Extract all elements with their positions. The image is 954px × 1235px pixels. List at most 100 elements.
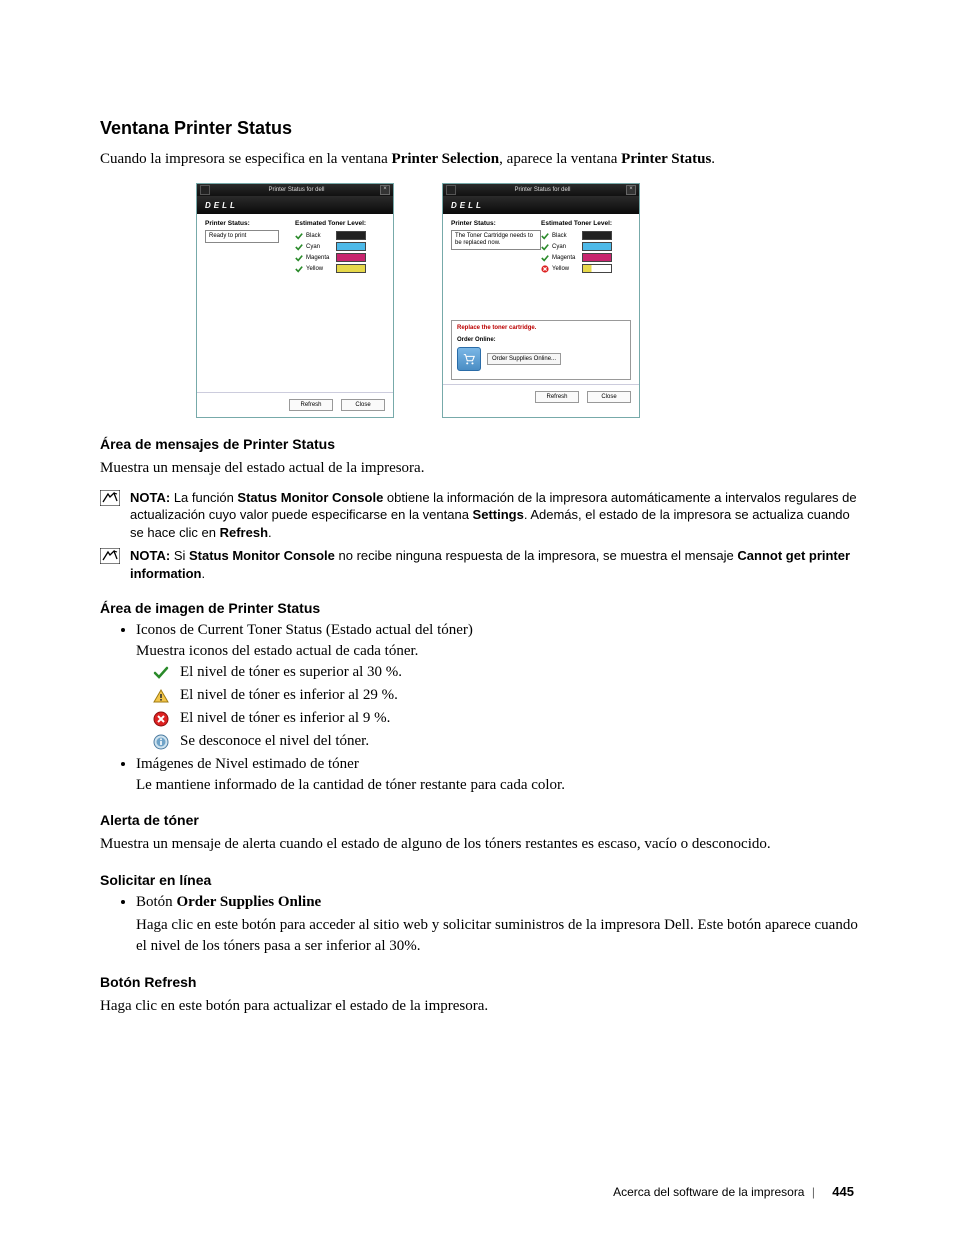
- bullet-images: Imágenes de Nivel estimado de tóner: [136, 756, 858, 773]
- toner-label: Estimated Toner Level:: [541, 220, 631, 227]
- brand-label: DELL: [205, 201, 238, 210]
- title-text: Printer Status for dell: [213, 187, 380, 193]
- bullet-images-sub: Le mantiene informado de la cantidad de …: [136, 777, 858, 794]
- refresh-button[interactable]: Refresh: [535, 391, 579, 403]
- t: .: [202, 566, 206, 581]
- titlebar: Printer Status for dell ×: [443, 184, 639, 196]
- icon-desc-text: El nivel de tóner es inferior al 29 %.: [180, 687, 398, 704]
- area-msg-para: Muestra un mensaje del estado actual de …: [100, 458, 858, 478]
- heading-main: Ventana Printer Status: [100, 118, 858, 139]
- icon-desc-warn: El nivel de tóner es inferior al 29 %.: [152, 687, 858, 704]
- page-number: 445: [832, 1184, 854, 1199]
- check-icon: [295, 232, 303, 240]
- toner-name: Cyan: [552, 244, 582, 250]
- alert-text: Replace the toner cartridge.: [457, 325, 625, 331]
- note-text: NOTA: Si Status Monitor Console no recib…: [130, 547, 858, 582]
- toner-name: Black: [306, 233, 336, 239]
- icon-desc-error: El nivel de tóner es inferior al 9 %.: [152, 710, 858, 727]
- solicitar-desc: Haga clic en este botón para acceder al …: [136, 915, 858, 956]
- close-icon[interactable]: ×: [626, 185, 636, 195]
- t: no recibe ninguna respuesta de la impres…: [335, 548, 738, 563]
- toner-bar: [336, 253, 366, 262]
- brand-bar: DELL: [197, 196, 393, 214]
- toner-name: Magenta: [552, 255, 582, 261]
- toner-bar: [336, 264, 366, 273]
- note-1: NOTA: La función Status Monitor Console …: [100, 489, 858, 542]
- bullet-list-2: Imágenes de Nivel estimado de tóner: [136, 756, 858, 773]
- close-button[interactable]: Close: [341, 399, 385, 411]
- toner-bar: [582, 231, 612, 240]
- intro-paragraph: Cuando la impresora se especifica en la …: [100, 149, 858, 169]
- check-icon: [541, 232, 549, 240]
- check-icon: [295, 243, 303, 251]
- warning-icon: [152, 688, 170, 704]
- toner-name: Black: [552, 233, 582, 239]
- refresh-para: Haga clic en este botón para actualizar …: [100, 996, 858, 1016]
- title-text: Printer Status for dell: [459, 187, 626, 193]
- toner-name: Yellow: [552, 266, 582, 272]
- toner-row-black: Black: [295, 231, 385, 240]
- intro-b1: Printer Selection: [392, 151, 500, 167]
- toner-col: Estimated Toner Level: Black Cyan Magent…: [541, 220, 631, 310]
- check-icon: [541, 243, 549, 251]
- page-content: Ventana Printer Status Cuando la impreso…: [100, 118, 858, 1026]
- toner-row-yellow: Yellow: [295, 264, 385, 273]
- page-footer: Acerca del software de la impresora | 44…: [613, 1184, 854, 1199]
- toner-row-magenta: Magenta: [295, 253, 385, 262]
- note-label: NOTA:: [130, 548, 170, 563]
- intro-b2: Printer Status: [621, 151, 711, 167]
- check-icon: [295, 254, 303, 262]
- t: La función: [170, 490, 237, 505]
- status-box: Ready to print: [205, 230, 279, 243]
- window-body: Printer Status: The Toner Cartridge need…: [443, 214, 639, 316]
- screenshot-row: Printer Status for dell × DELL Printer S…: [196, 183, 858, 418]
- heading-refresh: Botón Refresh: [100, 974, 858, 990]
- note-label: NOTA:: [130, 490, 170, 505]
- spacer: [197, 316, 393, 392]
- heading-solicitar: Solicitar en línea: [100, 872, 858, 888]
- toner-list: Black Cyan Magenta Yellow: [295, 231, 385, 273]
- error-icon: [541, 265, 549, 273]
- refresh-button[interactable]: Refresh: [289, 399, 333, 411]
- note-icon: [100, 490, 122, 511]
- bullet-list-3: Botón Order Supplies Online: [136, 894, 858, 911]
- button-row: Refresh Close: [197, 392, 393, 417]
- close-icon[interactable]: ×: [380, 185, 390, 195]
- button-row: Refresh Close: [443, 384, 639, 409]
- t: Settings: [473, 507, 524, 522]
- order-row: Order Supplies Online...: [457, 347, 625, 371]
- check-icon: [295, 265, 303, 273]
- intro-mid: , aparece la ventana: [499, 151, 621, 167]
- toner-label: Estimated Toner Level:: [295, 220, 385, 227]
- footer-text: Acerca del software de la impresora: [613, 1185, 804, 1199]
- toner-bar: [582, 264, 612, 273]
- icon-desc-unknown: Se desconoce el nivel del tóner.: [152, 733, 858, 750]
- check-icon: [152, 665, 170, 681]
- order-supplies-button[interactable]: Order Supplies Online...: [487, 353, 561, 365]
- alert-box: Replace the toner cartridge. Order Onlin…: [451, 320, 631, 380]
- bullet-order-button: Botón Order Supplies Online: [136, 894, 858, 911]
- toner-bar: [336, 231, 366, 240]
- cart-icon: [457, 347, 481, 371]
- t: Order Supplies Online: [176, 894, 321, 910]
- titlebar: Printer Status for dell ×: [197, 184, 393, 196]
- ps-label: Printer Status:: [451, 220, 541, 227]
- close-button[interactable]: Close: [587, 391, 631, 403]
- toner-bar: [582, 253, 612, 262]
- note-text: NOTA: La función Status Monitor Console …: [130, 489, 858, 542]
- intro-end: .: [711, 151, 715, 167]
- intro-pre: Cuando la impresora se especifica en la …: [100, 151, 392, 167]
- app-icon: [200, 185, 210, 195]
- footer-sep: |: [812, 1185, 815, 1199]
- icon-desc-ok: El nivel de tóner es superior al 30 %.: [152, 664, 858, 681]
- error-icon: [152, 711, 170, 727]
- icon-desc-text: El nivel de tóner es inferior al 9 %.: [180, 710, 390, 727]
- window-body: Printer Status: Ready to print Estimated…: [197, 214, 393, 316]
- bullet-list-1: Iconos de Current Toner Status (Estado a…: [136, 622, 858, 639]
- brand-label: DELL: [451, 201, 484, 210]
- icon-desc-text: El nivel de tóner es superior al 30 %.: [180, 664, 402, 681]
- t: Status Monitor Console: [237, 490, 383, 505]
- app-icon: [446, 185, 456, 195]
- status-col: Printer Status: The Toner Cartridge need…: [451, 220, 541, 310]
- bullet-icons-sub: Muestra iconos del estado actual de cada…: [136, 643, 858, 660]
